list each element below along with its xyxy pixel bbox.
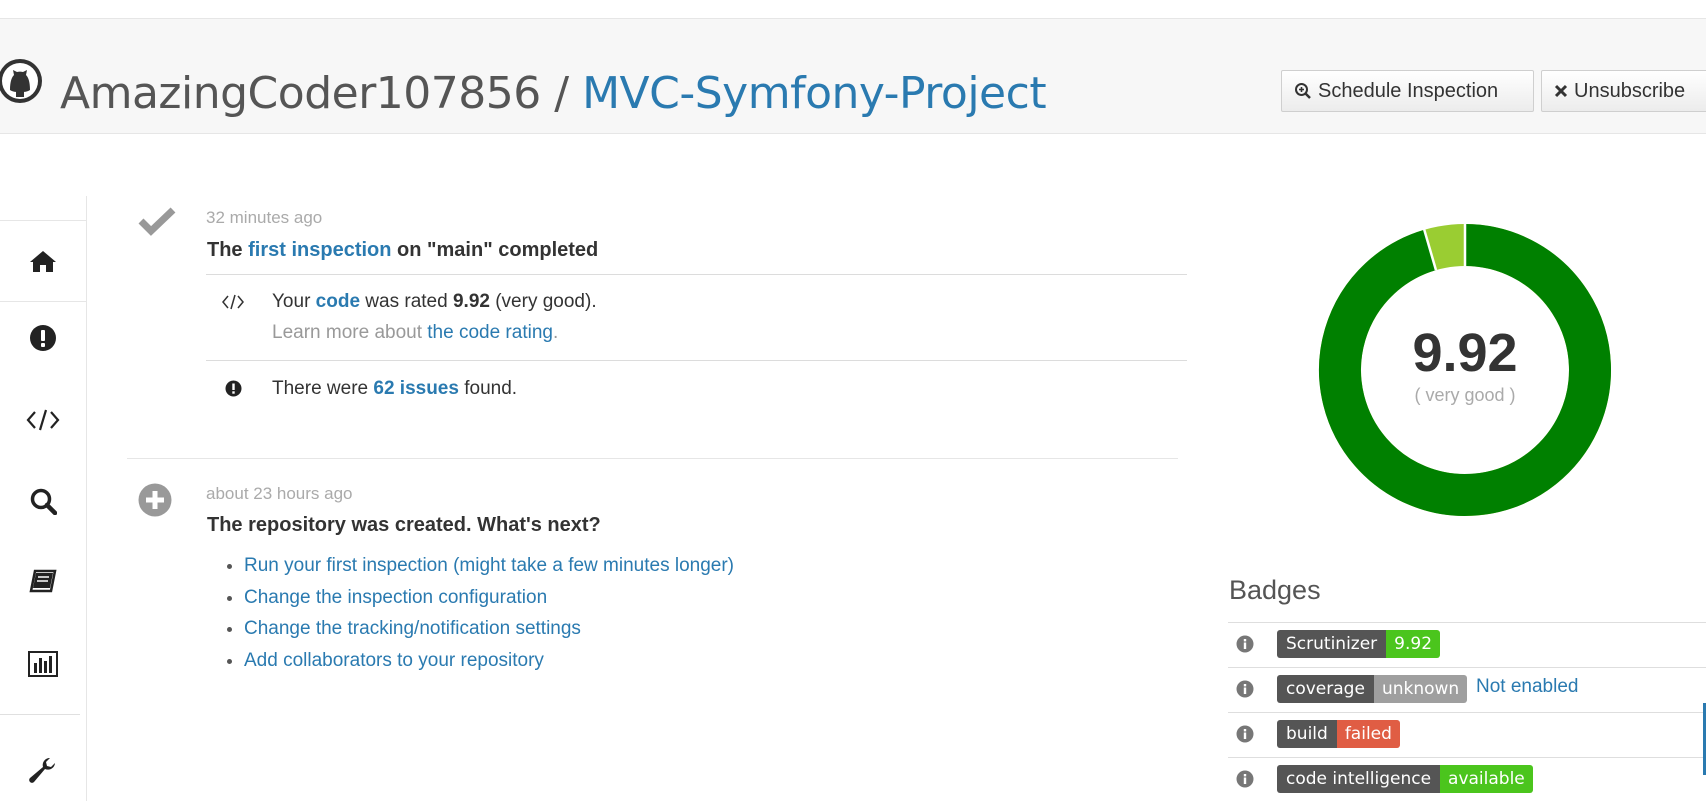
next-steps-list: Run your first inspection (might take a … bbox=[222, 550, 734, 676]
learn-more-text: Learn more about the code rating. bbox=[272, 322, 558, 344]
info-icon[interactable] bbox=[1236, 680, 1254, 698]
rating-prefix: Your bbox=[272, 291, 316, 312]
code-rating-link[interactable]: the code rating bbox=[427, 322, 553, 343]
schedule-inspection-button[interactable]: Schedule Inspection bbox=[1281, 70, 1534, 112]
sidebar-item-settings[interactable] bbox=[0, 731, 86, 811]
list-item: Change the tracking/notification setting… bbox=[244, 613, 734, 645]
event-time: 32 minutes ago bbox=[206, 208, 323, 227]
zoom-in-icon bbox=[1295, 83, 1311, 99]
repo-header: AmazingCoder107856 / MVC-Symfony-Project… bbox=[0, 19, 1706, 134]
stats-icon bbox=[28, 651, 58, 677]
first-inspection-link[interactable]: first inspection bbox=[248, 239, 391, 261]
score-label: ( very good ) bbox=[1414, 385, 1516, 405]
next-step-link[interactable]: Add collaborators to your repository bbox=[244, 650, 544, 671]
book-icon bbox=[29, 569, 57, 593]
list-item: Add collaborators to your repository bbox=[244, 645, 734, 677]
sidebar-item-code[interactable] bbox=[0, 380, 86, 460]
info-icon[interactable] bbox=[1236, 635, 1254, 653]
rating-suffix: (very good). bbox=[489, 291, 597, 312]
issues-link[interactable]: 62 issues bbox=[373, 378, 459, 399]
sidebar-item-issues[interactable] bbox=[0, 298, 86, 378]
sidebar bbox=[0, 196, 87, 801]
status-badge[interactable]: build failed bbox=[1277, 720, 1400, 748]
badge-key: code intelligence bbox=[1277, 765, 1441, 793]
badge-key: Scrutinizer bbox=[1277, 630, 1387, 658]
page-title: AmazingCoder107856 / MVC-Symfony-Project bbox=[60, 67, 1047, 121]
rating-value: 9.92 bbox=[452, 291, 490, 312]
code-link[interactable]: code bbox=[316, 291, 360, 312]
top-bar bbox=[0, 0, 1706, 19]
issues-prefix: There were bbox=[272, 378, 374, 399]
sidebar-item-home[interactable] bbox=[0, 220, 86, 302]
learn-suffix: . bbox=[552, 322, 559, 343]
event-title-prefix: The bbox=[207, 239, 249, 261]
sidebar-item-search[interactable] bbox=[0, 461, 86, 541]
unsubscribe-label: Unsubscribe bbox=[1574, 79, 1686, 102]
wrench-icon bbox=[29, 757, 55, 783]
learn-prefix: Learn more about bbox=[272, 322, 428, 343]
github-icon bbox=[0, 59, 42, 103]
issues-icon bbox=[30, 325, 56, 351]
rating-text: Your code was rated 9.92 (very good). bbox=[272, 291, 597, 313]
status-badge[interactable]: code intelligence available bbox=[1277, 765, 1533, 793]
badge-key: coverage bbox=[1277, 675, 1374, 703]
list-item: Run your first inspection (might take a … bbox=[244, 550, 734, 582]
divider bbox=[127, 458, 1178, 459]
issues-suffix: found. bbox=[458, 378, 518, 399]
badge-value: failed bbox=[1336, 720, 1400, 748]
next-step-link[interactable]: Run your first inspection (might take a … bbox=[244, 555, 734, 576]
repo-name-link[interactable]: MVC-Symfony-Project bbox=[582, 68, 1046, 119]
badge-value: 9.92 bbox=[1386, 630, 1441, 658]
plus-circle-icon bbox=[138, 483, 172, 517]
divider bbox=[206, 274, 1187, 275]
score-value: 9.92 bbox=[1412, 323, 1518, 383]
check-icon bbox=[138, 207, 176, 236]
status-badge[interactable]: Scrutinizer 9.92 bbox=[1277, 630, 1441, 658]
badges-heading: Badges bbox=[1229, 575, 1321, 605]
repo-owner[interactable]: AmazingCoder107856 bbox=[60, 68, 541, 119]
rating-middle: was rated bbox=[360, 291, 453, 312]
title-separator: / bbox=[554, 68, 569, 119]
issues-icon bbox=[225, 380, 242, 397]
badge-note-link[interactable]: Not enabled bbox=[1476, 676, 1578, 698]
info-icon[interactable] bbox=[1236, 770, 1254, 788]
code-icon bbox=[222, 294, 244, 310]
next-step-link[interactable]: Change the tracking/notification setting… bbox=[244, 618, 581, 639]
search-icon bbox=[30, 488, 57, 515]
home-icon bbox=[30, 251, 56, 272]
event-time: about 23 hours ago bbox=[206, 484, 353, 503]
sidebar-divider bbox=[0, 714, 80, 715]
event-title-suffix: on "main" completed bbox=[391, 239, 599, 261]
event-title: The repository was created. What's next? bbox=[207, 514, 601, 536]
sidebar-item-docs[interactable] bbox=[0, 542, 86, 622]
info-icon[interactable] bbox=[1236, 725, 1254, 743]
badge-value: unknown bbox=[1373, 675, 1468, 703]
close-icon bbox=[1554, 84, 1568, 98]
sidebar-item-statistics[interactable] bbox=[0, 624, 86, 704]
list-item: Change the inspection configuration bbox=[244, 582, 734, 614]
status-badge[interactable]: coverage unknown bbox=[1277, 675, 1468, 703]
schedule-inspection-label: Schedule Inspection bbox=[1318, 79, 1499, 102]
unsubscribe-button[interactable]: Unsubscribe bbox=[1541, 70, 1706, 112]
divider bbox=[206, 360, 1187, 361]
issues-text: There were 62 issues found. bbox=[272, 378, 517, 400]
next-step-link[interactable]: Change the inspection configuration bbox=[244, 587, 547, 608]
event-title: The first inspection on "main" completed bbox=[207, 239, 598, 262]
badge-key: build bbox=[1277, 720, 1337, 748]
code-icon bbox=[26, 409, 60, 431]
badge-value: available bbox=[1440, 765, 1533, 793]
